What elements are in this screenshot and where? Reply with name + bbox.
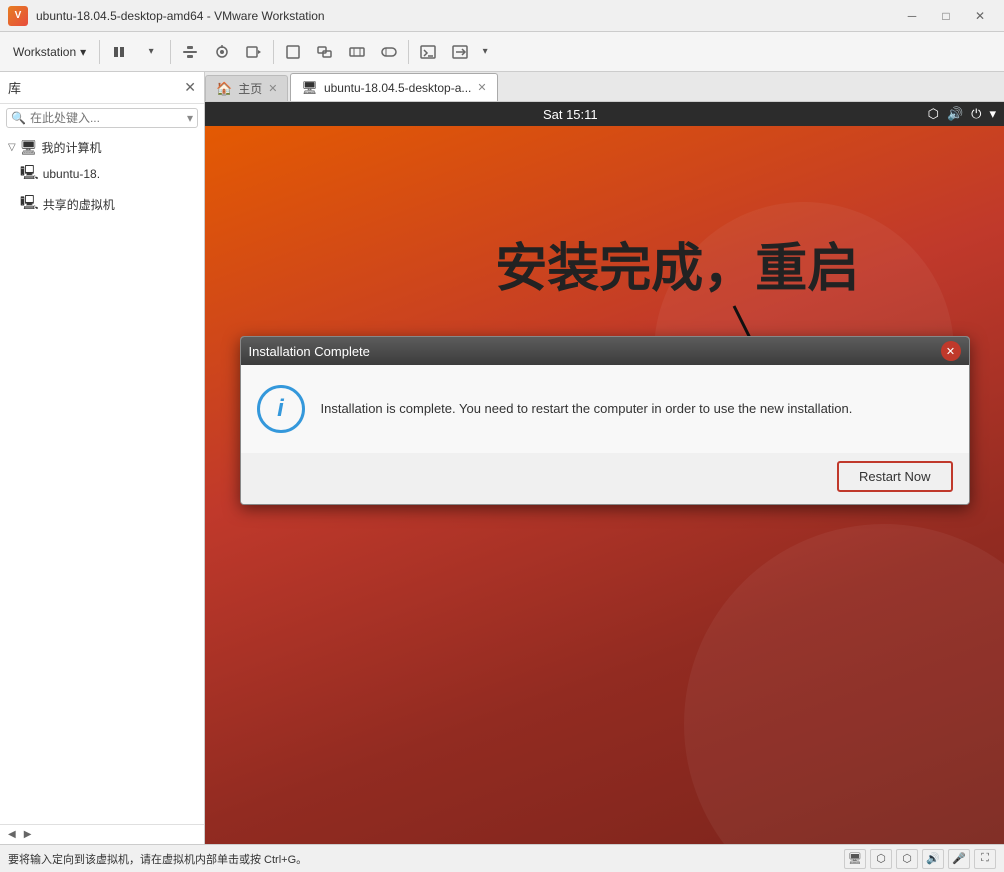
home-tab-icon: 🏠 bbox=[216, 81, 232, 97]
dialog-footer: Restart Now bbox=[241, 453, 969, 504]
home-tab-close: ✕ bbox=[268, 82, 277, 95]
ubuntu-sys-icons: ⬡ 🔊 ⏻ ▾ bbox=[928, 106, 996, 122]
status-vm-icon[interactable]: 🖥 bbox=[844, 849, 866, 869]
stretch-icon bbox=[349, 44, 365, 60]
home-tab-label: 主页 bbox=[238, 80, 262, 97]
view-dropdown[interactable]: ▾ bbox=[477, 37, 493, 67]
window-view-icon bbox=[317, 44, 333, 60]
search-bar: 🔍 ▾ bbox=[6, 108, 198, 128]
pause-icon bbox=[111, 44, 127, 60]
my-computer-item[interactable]: ▽ 🖥 我的计算机 bbox=[0, 136, 204, 159]
ubuntu-tab-close[interactable]: ✕ bbox=[477, 81, 486, 94]
maximize-button[interactable]: □ bbox=[930, 6, 962, 26]
search-input[interactable] bbox=[30, 111, 187, 125]
sidebar: 库 ✕ 🔍 ▾ ▽ 🖥 我的计算机 🖳 ubuntu-18. 🖳 共享的虚拟机 bbox=[0, 72, 205, 844]
ubuntu-tab-label: ubuntu-18.04.5-desktop-a... bbox=[324, 81, 471, 95]
power-status-icon: ⏻ bbox=[971, 106, 981, 122]
shared-icon: 🖳 bbox=[20, 192, 39, 216]
shared-vm-item[interactable]: 🖳 共享的虚拟机 bbox=[0, 189, 204, 219]
terminal-icon bbox=[420, 44, 436, 60]
snapshot-icon bbox=[214, 44, 230, 60]
search-dropdown-icon[interactable]: ▾ bbox=[187, 111, 193, 125]
window-title: ubuntu-18.04.5-desktop-amd64 - VMware Wo… bbox=[36, 9, 896, 23]
vm-icon: 🖳 bbox=[20, 162, 39, 186]
search-icon: 🔍 bbox=[11, 111, 26, 125]
ubuntu-topbar: Sat 15:11 ⬡ 🔊 ⏻ ▾ bbox=[205, 102, 1004, 126]
sidebar-close-button[interactable]: ✕ bbox=[184, 79, 196, 96]
ubuntu-time: Sat 15:11 bbox=[543, 107, 598, 122]
minimize-button[interactable]: ─ bbox=[896, 6, 928, 26]
toolbar: Workstation ▾ ▾ bbox=[0, 32, 1004, 72]
tab-ubuntu-vm[interactable]: 🖥 ubuntu-18.04.5-desktop-a... ✕ bbox=[290, 73, 497, 101]
status-bar: 要将输入定向到该虚拟机，请在虚拟机内部单击或按 Ctrl+G。 🖥 ⬡ ⬡ 🔊 … bbox=[0, 844, 1004, 872]
dialog-close-button[interactable]: ✕ bbox=[941, 341, 961, 361]
restart-now-button[interactable]: Restart Now bbox=[837, 461, 953, 492]
dialog-titlebar: Installation Complete ✕ bbox=[241, 337, 969, 365]
window-view-button[interactable] bbox=[310, 37, 340, 67]
installation-complete-text: 安装完成，重启 bbox=[495, 226, 859, 301]
record-icon bbox=[246, 44, 262, 60]
toolbar-separator-1 bbox=[99, 40, 100, 64]
titlebar: V ubuntu-18.04.5-desktop-amd64 - VMware … bbox=[0, 0, 1004, 32]
status-audio-icon[interactable]: 🔊 bbox=[922, 849, 944, 869]
status-network-icon[interactable]: ⬡ bbox=[870, 849, 892, 869]
ubuntu-vm-label: ubuntu-18. bbox=[43, 167, 100, 181]
ubuntu-background: Sat 15:11 ⬡ 🔊 ⏻ ▾ 安装完成，重启 bbox=[205, 102, 1004, 844]
record-button[interactable] bbox=[239, 37, 269, 67]
view-options-button[interactable] bbox=[445, 37, 475, 67]
workstation-dropdown-icon: ▾ bbox=[80, 45, 86, 59]
snapshot-button[interactable] bbox=[207, 37, 237, 67]
toolbar-separator-3 bbox=[273, 40, 274, 64]
workstation-menu[interactable]: Workstation ▾ bbox=[4, 37, 95, 67]
shared-vm-label: 共享的虚拟机 bbox=[43, 196, 115, 213]
computer-icon: 🖥 bbox=[20, 139, 38, 156]
window-controls: ─ □ ✕ bbox=[896, 6, 996, 26]
network-status-icon: ⬡ bbox=[928, 106, 939, 122]
toggle-icon bbox=[381, 44, 397, 60]
dialog-body: i Installation is complete. You need to … bbox=[241, 365, 969, 453]
sound-status-icon: 🔊 bbox=[947, 106, 963, 122]
status-mic-icon[interactable]: 🎤 bbox=[948, 849, 970, 869]
sidebar-scroll: ◀ ▶ bbox=[0, 824, 204, 844]
my-computer-label: 我的计算机 bbox=[41, 139, 101, 156]
pause-dropdown[interactable]: ▾ bbox=[136, 37, 166, 67]
ubuntu-tab-icon: 🖥 bbox=[301, 80, 318, 96]
ubuntu-content: 安装完成，重启 Installation Complete bbox=[205, 126, 1004, 844]
scroll-right-arrow[interactable]: ▶ bbox=[20, 827, 36, 842]
pause-button[interactable] bbox=[104, 37, 134, 67]
app-icon: V bbox=[8, 6, 28, 26]
status-message: 要将输入定向到该虚拟机，请在虚拟机内部单击或按 Ctrl+G。 bbox=[8, 851, 307, 867]
vm-settings-button[interactable] bbox=[175, 37, 205, 67]
scroll-left-arrow[interactable]: ◀ bbox=[4, 827, 20, 842]
workstation-label: Workstation bbox=[13, 45, 76, 59]
content-area: 🏠 主页 ✕ 🖥 ubuntu-18.04.5-desktop-a... ✕ S bbox=[205, 72, 1004, 844]
status-usb-icon[interactable]: ⬡ bbox=[896, 849, 918, 869]
dialog-title: Installation Complete bbox=[249, 344, 370, 359]
toolbar-separator-2 bbox=[170, 40, 171, 64]
close-button[interactable]: ✕ bbox=[964, 6, 996, 26]
view-options-icon bbox=[452, 44, 468, 60]
tab-bar: 🏠 主页 ✕ 🖥 ubuntu-18.04.5-desktop-a... ✕ bbox=[205, 72, 1004, 102]
dialog-message: Installation is complete. You need to re… bbox=[321, 399, 949, 419]
status-icons: 🖥 ⬡ ⬡ 🔊 🎤 ⛶ bbox=[844, 849, 996, 869]
fullscreen-button[interactable] bbox=[278, 37, 308, 67]
expand-icon: ▽ bbox=[8, 142, 16, 153]
sidebar-header: 库 ✕ bbox=[0, 72, 204, 104]
installation-complete-dialog: Installation Complete ✕ i Installation i… bbox=[240, 336, 970, 505]
stretch-button[interactable] bbox=[342, 37, 372, 67]
toggle-button[interactable] bbox=[374, 37, 404, 67]
vm-tree: ▽ 🖥 我的计算机 🖳 ubuntu-18. 🖳 共享的虚拟机 bbox=[0, 132, 204, 824]
sidebar-title: 库 bbox=[8, 78, 21, 97]
status-fullscreen-icon[interactable]: ⛶ bbox=[974, 849, 996, 869]
topbar-dropdown: ▾ bbox=[989, 106, 996, 122]
toolbar-separator-4 bbox=[408, 40, 409, 64]
main-layout: 库 ✕ 🔍 ▾ ▽ 🖥 我的计算机 🖳 ubuntu-18. 🖳 共享的虚拟机 bbox=[0, 72, 1004, 844]
settings-icon bbox=[182, 44, 198, 60]
fullscreen-icon bbox=[285, 44, 301, 60]
ubuntu-vm-item[interactable]: 🖳 ubuntu-18. bbox=[0, 159, 204, 189]
dialog-info-icon: i bbox=[257, 385, 305, 433]
vm-display[interactable]: Sat 15:11 ⬡ 🔊 ⏻ ▾ 安装完成，重启 bbox=[205, 102, 1004, 844]
tab-home[interactable]: 🏠 主页 ✕ bbox=[205, 75, 288, 101]
terminal-button[interactable] bbox=[413, 37, 443, 67]
